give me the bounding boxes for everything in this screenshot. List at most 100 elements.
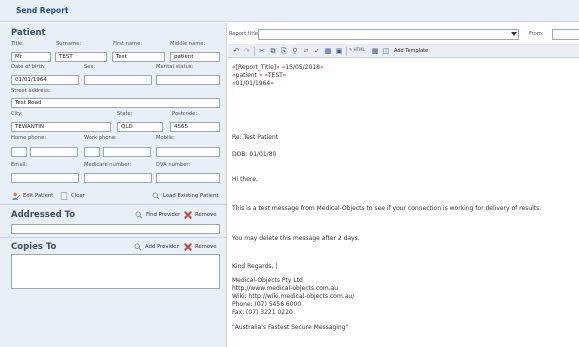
from-label: From:	[529, 31, 544, 37]
dob-field[interactable]: 01/01/1964	[11, 75, 79, 85]
table-icon[interactable]: ▦	[323, 46, 333, 56]
redo-icon[interactable]: ↷	[242, 46, 252, 56]
title-label: Title:	[11, 41, 24, 47]
addressed-to-field[interactable]	[11, 224, 220, 234]
find-provider-button[interactable]: Find Provider	[135, 211, 180, 219]
first-name-label: First name:	[113, 41, 143, 47]
report-title-label: Report title:	[229, 31, 260, 37]
report-line-wiki: Wiki: http://wiki.medical-objects.com.au…	[232, 293, 355, 300]
dob-label: Date of birth:	[11, 64, 46, 70]
add-provider-button[interactable]: Add Provider	[134, 243, 179, 251]
report-line-re: Re: Test Patient	[232, 134, 279, 141]
addressed-to-heading: Addressed To	[11, 210, 76, 220]
report-line-title: «[Report_Title]» «15/05/2018»	[232, 64, 324, 71]
home-phone-field[interactable]	[30, 147, 78, 157]
first-name-field[interactable]: Test	[112, 52, 165, 62]
add-template-button[interactable]: Add Template	[394, 48, 428, 54]
medicare-field[interactable]	[84, 173, 152, 183]
merge-close: »	[282, 72, 287, 79]
report-line-body2: You may delete this message after 2 days…	[232, 235, 360, 242]
report-line-regards: Kind Regards, |	[232, 263, 278, 270]
add-provider-label: Add Provider	[145, 244, 179, 250]
work-phone-field[interactable]	[103, 147, 151, 157]
html-source-label: HTML	[353, 47, 365, 52]
divider	[0, 204, 227, 205]
mobile-field[interactable]	[156, 147, 220, 157]
search-icon	[152, 192, 160, 200]
merge-sep: » «	[276, 64, 286, 71]
state-label: State:	[117, 111, 133, 117]
copies-to-list[interactable]	[11, 254, 220, 289]
report-title-select[interactable]	[258, 29, 519, 40]
home-phone-area-field[interactable]	[11, 147, 27, 157]
postcode-field[interactable]: 4565	[170, 122, 220, 132]
report-line-url: http://www.medical-objects.com.au	[232, 285, 339, 292]
merge-field-patient: patient	[235, 72, 258, 79]
paste-icon[interactable]: ⎘	[279, 46, 289, 56]
email-field[interactable]	[11, 173, 79, 183]
surname-field[interactable]: TEST	[55, 52, 107, 62]
merge-close: »	[270, 80, 274, 87]
sex-field[interactable]	[84, 75, 152, 85]
find-icon[interactable]: ⚲	[290, 46, 300, 56]
city-field[interactable]: TEWANTIN	[11, 122, 111, 132]
merge-field-date: 15/05/2018	[285, 64, 320, 71]
undo-icon[interactable]: ↶	[231, 46, 241, 56]
search-icon	[135, 211, 143, 219]
replace-icon[interactable]: ⇄	[301, 46, 311, 56]
report-line-dob: DOB: 01/01/80	[232, 151, 277, 158]
middle-name-label: Middle name:	[170, 41, 206, 47]
clear-icon	[60, 192, 68, 200]
insert-field-icon[interactable]: ▩	[370, 46, 380, 56]
email-label: Email:	[11, 162, 28, 168]
merge-field-dob: 01/01/1964	[235, 80, 271, 87]
middle-name-field[interactable]: patient	[170, 52, 220, 62]
report-line-phone: Phone: (07) 5456 6000	[232, 301, 302, 308]
spellcheck-icon[interactable]: ✓	[312, 46, 322, 56]
home-phone-label: Home phone:	[11, 135, 46, 141]
divider	[0, 237, 227, 238]
addressed-remove-button[interactable]: Remove	[184, 211, 217, 219]
toolbar-separator	[346, 47, 347, 56]
addressed-remove-label: Remove	[195, 212, 217, 218]
cut-icon[interactable]: ✂	[257, 46, 267, 56]
remove-icon	[184, 211, 192, 219]
image-icon[interactable]: ▣	[334, 46, 344, 56]
merge-field-report-title: [Report_Title]	[235, 64, 277, 71]
clear-button[interactable]: Clear	[60, 192, 85, 200]
report-line-company: Medical-Objects Pty Ltd	[232, 277, 303, 284]
edit-patient-label: Edit Patient	[23, 193, 54, 199]
copies-remove-label: Remove	[195, 244, 217, 250]
state-field[interactable]: QLD	[117, 122, 163, 132]
medicare-label: Medicare number:	[84, 162, 132, 168]
copy-icon[interactable]: ⧉	[268, 46, 278, 56]
patient-pane	[0, 23, 227, 347]
window-title: Send Report	[16, 6, 69, 15]
toolbar-separator	[254, 47, 255, 56]
work-phone-label: Work phone:	[84, 135, 117, 141]
load-existing-patient-button[interactable]: Load Existing Patient	[152, 192, 219, 200]
edit-patient-icon	[12, 192, 20, 200]
street-field[interactable]: Test Road	[11, 98, 220, 108]
dva-label: DVA number:	[156, 162, 191, 168]
template-icon[interactable]: ◫	[381, 46, 391, 56]
report-line-fax: Fax: (07) 3221 0220	[232, 309, 293, 316]
marital-field[interactable]	[156, 75, 220, 85]
mobile-label: Mobile:	[156, 135, 175, 141]
street-label: Street address:	[11, 88, 51, 94]
edit-patient-button[interactable]: Edit Patient	[12, 192, 53, 200]
chevron-down-icon[interactable]	[511, 32, 517, 36]
merge-sep: » «	[257, 72, 268, 79]
copies-to-heading: Copies To	[11, 242, 57, 252]
dva-field[interactable]	[156, 173, 220, 183]
html-source-button[interactable]: ✎ HTML	[349, 47, 365, 52]
work-phone-area-field[interactable]	[84, 147, 100, 157]
from-field[interactable]	[552, 29, 579, 40]
title-field[interactable]: Mr	[11, 52, 51, 62]
clear-label: Clear	[71, 193, 85, 199]
load-existing-patient-label: Load Existing Patient	[163, 193, 219, 199]
surname-label: Surname:	[56, 41, 82, 47]
find-provider-label: Find Provider	[146, 212, 181, 218]
report-line-dob-field: «01/01/1964»	[232, 80, 274, 87]
copies-remove-button[interactable]: Remove	[184, 243, 217, 251]
